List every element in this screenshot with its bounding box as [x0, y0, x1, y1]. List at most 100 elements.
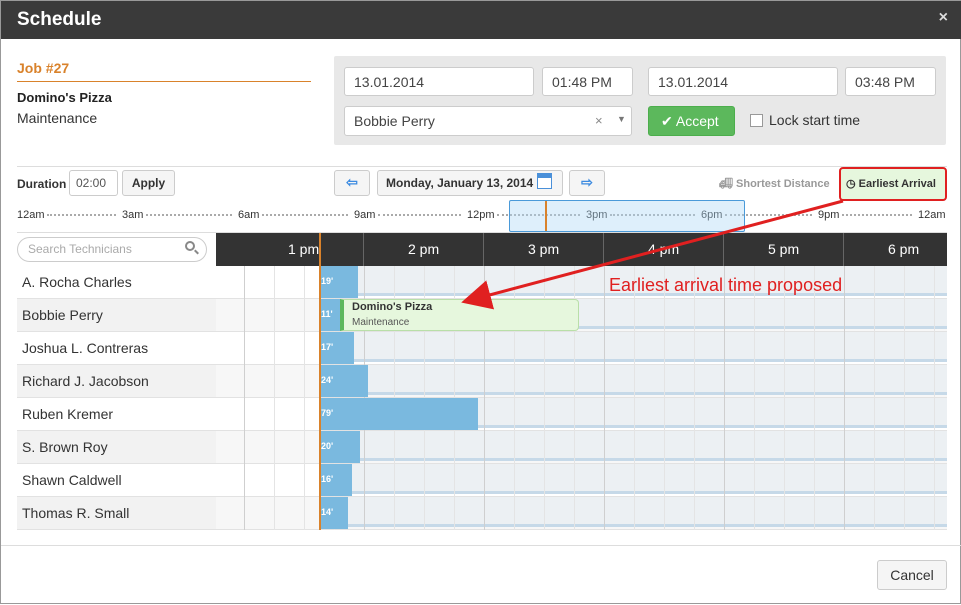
search-input[interactable]: Search Technicians	[17, 237, 207, 262]
hour-label: 5 pm	[768, 241, 800, 257]
grid-line	[904, 266, 905, 530]
technician-row[interactable]: Shawn Caldwell	[17, 464, 216, 497]
date-picker-button[interactable]: Monday, January 13, 2014	[377, 170, 563, 196]
annotation-text: Earliest arrival time proposed	[609, 275, 843, 295]
overview-tick-label: 6am	[238, 209, 260, 221]
grid-line	[934, 266, 935, 530]
proposed-job-type: Maintenance	[352, 317, 410, 328]
hour-divider	[603, 233, 604, 266]
next-day-button[interactable]: ⇨	[569, 170, 605, 196]
accept-label: Accept	[675, 113, 719, 129]
grid-line	[664, 266, 665, 530]
current-date-label: Monday, January 13, 2014	[386, 176, 534, 190]
technician-row[interactable]: Richard J. Jacobson	[17, 365, 216, 398]
apply-button[interactable]: Apply	[122, 170, 175, 196]
grid-line	[634, 266, 635, 530]
travel-time-bar: 24'	[319, 365, 368, 397]
travel-time-bar: 19'	[319, 266, 358, 298]
hour-divider	[723, 233, 724, 266]
lock-start-time-checkbox[interactable]	[750, 114, 763, 127]
technician-row[interactable]: Thomas R. Small	[17, 497, 216, 530]
overview-dots	[146, 214, 232, 216]
grid-line	[754, 266, 755, 530]
availability-band	[348, 497, 947, 527]
close-icon[interactable]: ×	[939, 9, 948, 27]
chevron-down-icon[interactable]: ▼	[617, 114, 626, 124]
hour-divider	[843, 233, 844, 266]
proposed-job-block[interactable]: Domino's Pizza Maintenance	[340, 299, 579, 331]
schedule-dialog: Schedule × Job #27 Domino's Pizza Mainte…	[0, 0, 961, 604]
grid-line	[724, 266, 725, 530]
lock-start-time-label[interactable]: Lock start time	[769, 112, 860, 128]
grid-line	[874, 266, 875, 530]
hour-label: 1 pm	[288, 241, 320, 257]
earliest-arrival-label: Earliest Arrival	[858, 178, 936, 190]
grid-line	[604, 266, 605, 530]
end-time-input[interactable]: 03:48 PM	[845, 67, 936, 96]
cancel-button[interactable]: Cancel	[877, 560, 947, 590]
grid-line	[274, 266, 275, 530]
shortest-distance-button[interactable]: 🚚︎ Shortest Distance	[719, 177, 830, 190]
arrow-right-icon: ⇨	[581, 174, 593, 190]
grid-line	[844, 266, 845, 530]
clear-selection-icon[interactable]: ×	[595, 113, 603, 128]
start-date-input[interactable]: 13.01.2014	[344, 67, 534, 96]
grid-line	[694, 266, 695, 530]
hour-divider	[483, 233, 484, 266]
current-time-line	[319, 233, 321, 530]
hour-label: 3 pm	[528, 241, 560, 257]
technician-row[interactable]: Ruben Kremer	[17, 398, 216, 431]
overview-dots	[47, 214, 116, 216]
overview-tick-label: 12am	[918, 209, 946, 221]
availability-band	[360, 431, 947, 461]
overview-dots	[378, 214, 461, 216]
technician-select[interactable]: Bobbie Perry	[344, 106, 632, 136]
technician-row[interactable]: A. Rocha Charles	[17, 266, 216, 299]
dialog-title-bar: Schedule ×	[1, 1, 961, 39]
overview-dots	[842, 214, 912, 216]
job-customer: Domino's Pizza	[17, 90, 112, 105]
overview-tick-label: 9pm	[818, 209, 840, 221]
clock-icon: ◷	[846, 178, 856, 190]
hour-divider	[363, 233, 364, 266]
travel-time-bar: 11'	[319, 299, 341, 331]
end-date-input[interactable]: 13.01.2014	[648, 67, 838, 96]
timeline-header	[216, 233, 947, 266]
travel-time-bar: 79'	[319, 398, 478, 430]
technician-row[interactable]: S. Brown Roy	[17, 431, 216, 464]
availability-band	[354, 332, 947, 362]
hour-label: 6 pm	[888, 241, 920, 257]
overview-dots	[262, 214, 348, 216]
hour-label: 2 pm	[408, 241, 440, 257]
truck-icon: 🚚︎	[719, 178, 733, 190]
footer-divider	[1, 545, 961, 546]
calendar-icon[interactable]	[537, 173, 552, 189]
earliest-arrival-button[interactable]: ◷ Earliest Arrival	[846, 177, 936, 190]
grid-line	[304, 266, 305, 530]
technician-row[interactable]: Joshua L. Contreras	[17, 332, 216, 365]
job-divider	[17, 81, 311, 82]
accept-button[interactable]: ✔ Accept	[648, 106, 735, 136]
duration-input[interactable]: 02:00	[69, 170, 118, 196]
overview-tick-label: 3am	[122, 209, 144, 221]
overview-tick-label: 9am	[354, 209, 376, 221]
grid-line	[244, 266, 245, 530]
search-icon[interactable]	[185, 241, 195, 251]
availability-band	[352, 464, 947, 494]
travel-time-bar: 16'	[319, 464, 352, 496]
hour-label: 4 pm	[648, 241, 680, 257]
grid-line	[784, 266, 785, 530]
grid-line	[814, 266, 815, 530]
proposed-job-name: Domino's Pizza	[352, 301, 433, 313]
job-id: Job #27	[17, 60, 70, 76]
dialog-title: Schedule	[17, 9, 102, 30]
arrow-left-icon: ⇦	[346, 174, 358, 190]
travel-time-bar: 17'	[319, 332, 354, 364]
travel-time-bar: 14'	[319, 497, 348, 529]
prev-day-button[interactable]: ⇦	[334, 170, 370, 196]
overview-tick-label: 12am	[17, 209, 45, 221]
duration-label: Duration	[17, 177, 67, 191]
start-time-input[interactable]: 01:48 PM	[542, 67, 633, 96]
technician-row[interactable]: Bobbie Perry	[17, 299, 216, 332]
availability-band	[478, 398, 947, 428]
